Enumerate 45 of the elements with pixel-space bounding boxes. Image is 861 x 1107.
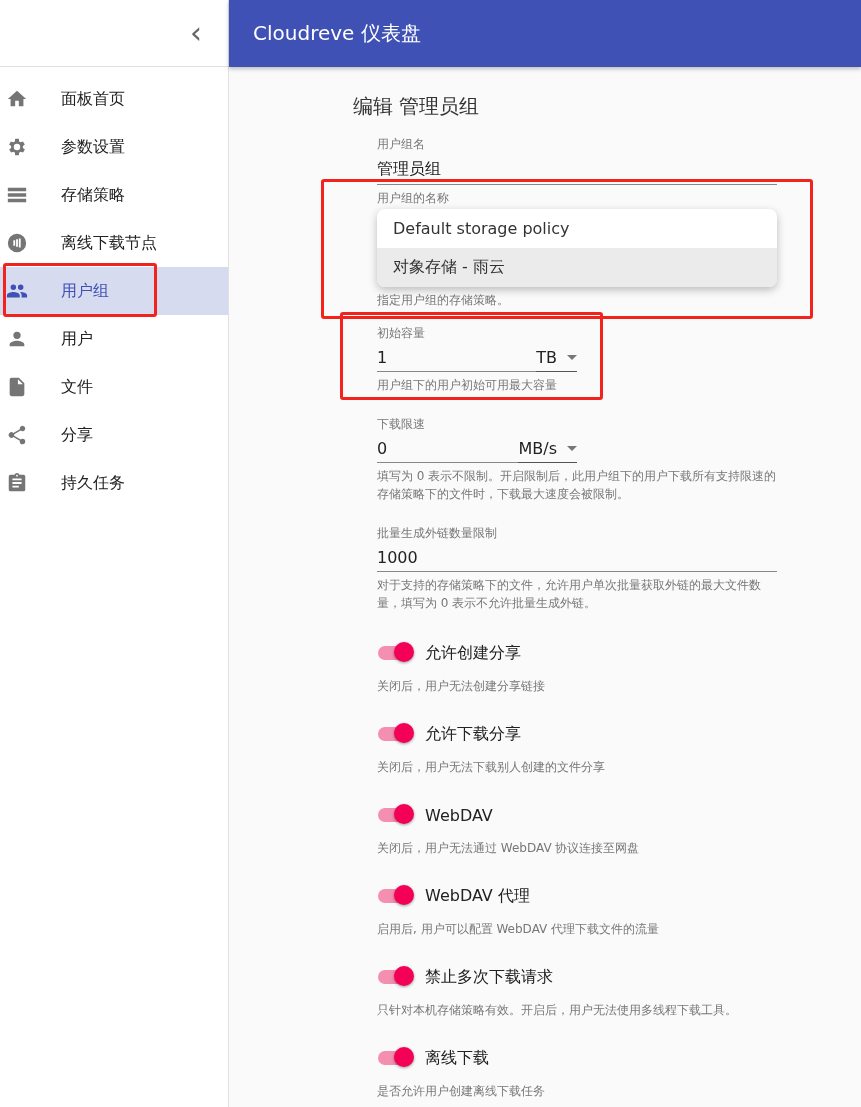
sidebar-item[interactable]: 存储策略 [0, 171, 228, 219]
switch-hint: 关闭后，用户无法通过 WebDAV 协议连接至网盘 [377, 840, 641, 857]
caret-icon [567, 355, 577, 360]
switch-hint: 启用后, 用户可以配置 WebDAV 代理下载文件的流量 [377, 921, 661, 938]
field-hint: 用户组的名称 [377, 190, 450, 207]
input-field[interactable]: 0 [377, 433, 519, 463]
switch-hint: 关闭后，用户无法下载别人创建的文件分享 [377, 759, 606, 776]
sidebar-item[interactable]: 持久任务 [0, 459, 228, 507]
field-label: 用户组名 [377, 136, 426, 153]
switch-label: 允许创建分享 [425, 642, 521, 664]
field-hint: 对于支持的存储策略下的文件，允许用户单次批量获取外链的最大文件数量，填写为 0 表示不允许批量生成外链。 [377, 577, 762, 612]
collapse-button[interactable]: ‹ [184, 18, 208, 48]
sidebar-item[interactable]: 面板首页 [0, 75, 228, 123]
unit-select[interactable]: TB [536, 342, 577, 372]
sidebar-item[interactable]: 离线下载节点 [0, 219, 228, 267]
field-label: 初始容量 [377, 325, 426, 342]
switch-label: WebDAV [425, 805, 493, 825]
field-hint: 填写为 0 表示不限制。开启限制后，此用户组下的用户下载所有支持限速的存储策略下的文件时，下载最大速度会被限制。 [377, 468, 777, 503]
input-field[interactable]: 1 [377, 342, 537, 372]
switch-label: 禁止多次下载请求 [425, 966, 553, 988]
field-label: 下载限速 [377, 416, 426, 433]
sidebar-item[interactable]: 用户 [0, 315, 228, 363]
sidebar-item[interactable]: 分享 [0, 411, 228, 459]
switch-hint: 是否允许用户创建离线下载任务 [377, 1083, 546, 1100]
switch-label: WebDAV 代理 [425, 885, 530, 907]
switch-hint: 只针对本机存储策略有效。开启后，用户无法使用多线程下载工具。 [377, 1002, 738, 1019]
page-title: 编辑 管理员组 [353, 93, 481, 120]
field-hint: 指定用户组的存储策略。 [377, 292, 509, 309]
switch-hint: 关闭后，用户无法创建分享链接 [377, 678, 546, 695]
menu-option[interactable]: Default storage policy [377, 209, 777, 248]
input-field[interactable]: 管理员组 [377, 153, 777, 185]
switch-label: 允许下载分享 [425, 723, 521, 745]
unit-select[interactable]: MB/s [518, 433, 577, 463]
field-hint: 用户组下的用户初始可用最大容量 [377, 377, 558, 394]
menu-option[interactable]: 对象存储 - 雨云 [377, 248, 777, 287]
sidebar-item[interactable]: 文件 [0, 363, 228, 411]
share-icon [6, 424, 28, 446]
field-label: 批量生成外链数量限制 [377, 525, 498, 542]
sidebar-item[interactable]: 参数设置 [0, 123, 228, 171]
app-title: Cloudreve 仪表盘 [253, 20, 421, 47]
caret-icon [567, 446, 577, 451]
settings-icon [6, 136, 28, 158]
clipboard-icon [6, 472, 28, 494]
input-field[interactable]: 1000 [377, 542, 777, 572]
switch-label: 离线下载 [425, 1047, 489, 1069]
